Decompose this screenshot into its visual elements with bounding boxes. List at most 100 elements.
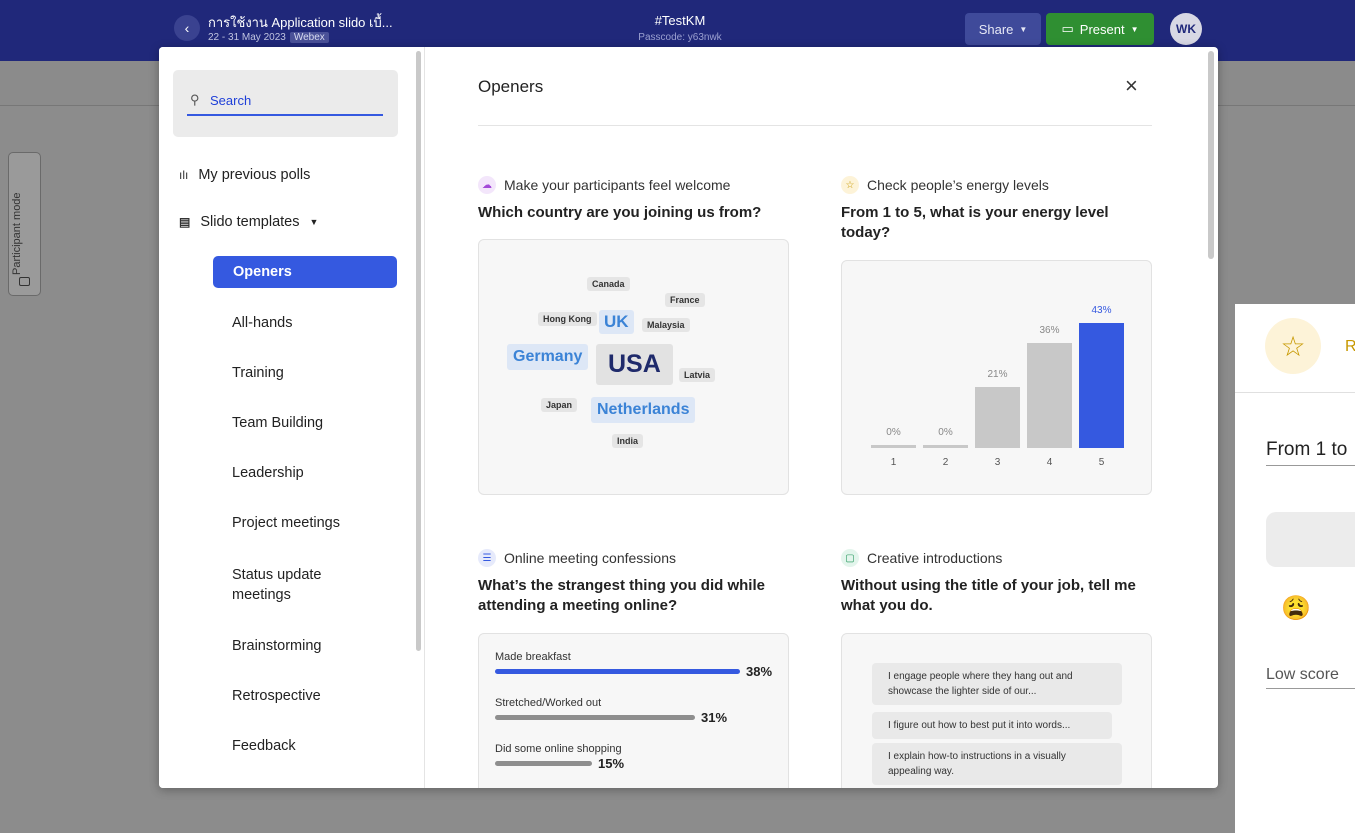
share-label: Share [978,21,1014,37]
option-bar [495,761,592,766]
event-passcode: Passcode: y63nwk [638,32,722,43]
search-box[interactable]: ⚲ Search [173,70,398,137]
template-team-building[interactable]: Team Building [232,413,392,433]
present-button[interactable]: ▭ Present ▼ [1046,13,1154,45]
template-project-meetings[interactable]: Project meetings [232,513,392,533]
question-title[interactable]: Without using the title of your job, tel… [841,576,1151,616]
category-welcome: ☁ Make your participants feel welcome [478,176,730,194]
word-uk: UK [599,310,634,334]
templates-modal: ⚲ Search ılı My previous polls ▤ Slido tem… [159,47,1218,788]
templates-sidebar: ⚲ Search ılı My previous polls ▤ Slido tem… [159,47,425,788]
my-previous-polls[interactable]: ılı My previous polls [179,167,310,183]
template-openers[interactable]: Openers [213,256,397,288]
word-latvia: Latvia [679,368,716,382]
template-training[interactable]: Training [232,363,392,383]
template-all-hands[interactable]: All-hands [232,313,392,333]
present-label: Present [1079,21,1125,37]
rating-label: 2 [942,457,949,468]
word-france: France [665,293,705,307]
open-text-preview[interactable]: I engage people where they hang out and … [841,633,1152,788]
device-icon [19,277,30,286]
search-icon: ⚲ [190,92,200,107]
slido-templates-toggle[interactable]: ▤ Slido templates ▼ [179,214,318,230]
word-malaysia: Malaysia [642,318,690,332]
template-leadership[interactable]: Leadership [232,463,392,483]
template-status-update-meetings[interactable]: Status update meetings [232,565,352,605]
event-date-range: 22 - 31 May 2023 [208,32,286,43]
poll-question: From 1 to [1266,439,1355,466]
title-divider [478,125,1152,126]
rating-percent: 21% [987,369,1008,380]
word-india: India [612,434,644,448]
platform-tag: Webex [289,32,329,43]
rating-label: 3 [994,457,1001,468]
search-underline [187,114,383,116]
star-icon: ☆ [1265,318,1321,374]
template-brainstorming[interactable]: Brainstorming [232,636,392,656]
category-label: Creative introductions [867,550,1003,566]
background-poll-card: ☆ R From 1 to 😩 Low score [1235,304,1355,833]
rating-percent: 0% [938,427,953,438]
share-button[interactable]: Share ▼ [965,13,1041,45]
multiple-choice-preview[interactable]: Made breakfast 38% Stretched/Worked out 31%… [478,633,789,788]
template-feedback[interactable]: Feedback [232,736,392,756]
caret-down-icon: ▼ [309,217,319,227]
sidebar-scrollbar[interactable] [416,51,421,651]
word-hong-kong: Hong Kong [538,312,597,326]
avatar[interactable]: WK [1170,13,1202,45]
category-introductions: ▢ Creative introductions [841,549,1002,567]
low-score-label[interactable]: Low score [1266,666,1355,689]
category-label: Make your participants feel welcome [504,177,731,193]
main-scrollbar[interactable] [1208,51,1214,259]
answer-bubble: I explain how-to instructions in a visua… [872,743,1122,785]
word-canada: Canada [587,277,630,291]
option-percent: 15% [598,756,625,771]
rating-bar [1079,323,1124,448]
option-bar [495,715,695,720]
document-icon: ▤ [179,215,191,229]
word-japan: Japan [541,398,578,412]
chevron-left-icon: ‹ [184,20,190,36]
rating-bar [975,387,1020,448]
back-button[interactable]: ‹ [174,15,200,41]
rating-percent: 43% [1091,305,1112,316]
rating-pill[interactable] [1266,512,1355,567]
question-title[interactable]: From 1 to 5, what is your energy level t… [841,203,1151,243]
word-usa: USA [596,344,673,385]
question-title[interactable]: What’s the strangest thing you did while… [478,576,794,616]
close-icon[interactable]: × [1125,73,1138,99]
rating-label: 1 [890,457,897,468]
rating-percent: 36% [1039,325,1060,336]
event-title: การใช้งาน Application slido เบื้... [208,15,393,30]
word-netherlands: Netherlands [591,397,696,423]
previous-polls-label: My previous polls [198,167,311,183]
template-retrospective[interactable]: Retrospective [232,686,392,706]
word-cloud-preview[interactable]: Canada France Hong Kong UK Malaysia Germ… [478,239,789,495]
category-label: Online meeting confessions [504,550,676,566]
question-title[interactable]: Which country are you joining us from? [478,203,794,223]
participant-mode-label: Participant mode [11,192,23,275]
category-energy: ☆ Check people’s energy levels [841,176,1049,194]
rating-bar [1027,343,1072,448]
templates-main: Openers × ☁ Make your participants feel w… [425,47,1218,788]
chat-bubble-icon: ▢ [841,549,859,567]
option-label: Did some online shopping [495,743,622,755]
caret-down-icon: ▼ [1019,24,1028,34]
event-code: #TestKM [654,13,706,28]
rating-bar [871,445,916,448]
search-input[interactable]: Search [210,93,251,108]
modal-title: Openers [478,77,544,96]
answer-bubble: I engage people where they hang out and … [872,663,1122,705]
star-icon: ☆ [841,176,859,194]
option-percent: 31% [701,710,728,725]
event-dates: 22 - 31 May 2023 Webex [208,32,329,43]
rating-chart-preview[interactable]: 0% 1 0% 2 21% 3 36% 4 43% 5 [841,260,1152,495]
category-label: Check people’s energy levels [867,177,1049,193]
bar-chart-icon: ılı [179,168,189,182]
presentation-icon: ▭ [1061,21,1074,36]
cloud-icon: ☁ [478,176,496,194]
rating-label: 5 [1098,457,1105,468]
category-confessions: ☰ Online meeting confessions [478,549,676,567]
participant-mode-tab[interactable]: Participant mode [8,152,41,296]
list-icon: ☰ [478,549,496,567]
